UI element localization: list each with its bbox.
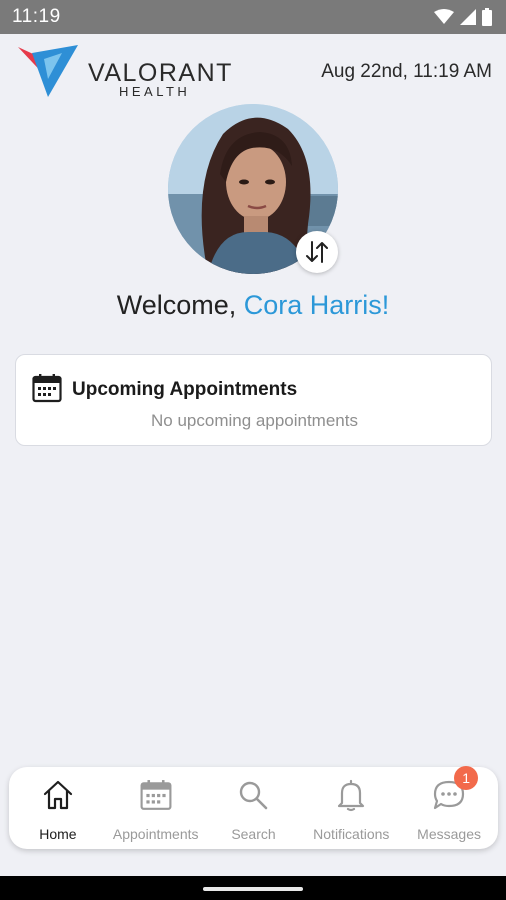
- brand-subtitle: HEALTH: [119, 84, 191, 99]
- user-name: Cora Harris!: [243, 290, 390, 320]
- status-time: 11:19: [12, 6, 61, 27]
- calendar-icon: [140, 777, 172, 813]
- upcoming-appointments-card[interactable]: Upcoming Appointments No upcoming appoin…: [15, 354, 492, 446]
- swap-vertical-icon: [306, 241, 328, 263]
- welcome-message: Welcome, Cora Harris!: [0, 290, 506, 321]
- switch-profile-button[interactable]: [296, 231, 338, 273]
- nav-label-notifications: Notifications: [313, 826, 390, 842]
- logo-mark-icon: [18, 45, 78, 97]
- nav-item-messages[interactable]: 1 Messages: [400, 766, 498, 849]
- wifi-icon: [434, 9, 454, 25]
- profile-avatar-wrap: [168, 104, 338, 274]
- nav-label-appointments: Appointments: [112, 826, 199, 842]
- status-icons: [434, 8, 492, 26]
- battery-icon: [482, 8, 492, 26]
- nav-label-home: Home: [39, 826, 77, 842]
- nav-item-home[interactable]: Home: [9, 767, 107, 849]
- current-datetime: Aug 22nd, 11:19 AM: [321, 61, 492, 82]
- cellular-icon: [460, 9, 476, 25]
- bell-icon: [335, 777, 367, 813]
- status-bar: 11:19: [0, 0, 506, 34]
- home-icon: [41, 777, 75, 813]
- no-appointments-text: No upcoming appointments: [151, 411, 358, 430]
- nav-label-messages: Messages: [417, 826, 481, 842]
- search-icon: [237, 777, 269, 813]
- calendar-icon: [32, 373, 62, 408]
- app-header: VALORANT HEALTH Aug 22nd, 11:19 AM: [0, 34, 506, 100]
- welcome-prefix: Welcome,: [116, 290, 244, 320]
- nav-item-appointments[interactable]: Appointments: [107, 767, 205, 849]
- nav-item-notifications[interactable]: Notifications: [302, 767, 400, 849]
- home-gesture-handle[interactable]: [203, 887, 303, 891]
- gesture-navigation-bar: [0, 876, 506, 900]
- brand-logo: VALORANT HEALTH: [18, 43, 231, 99]
- bottom-navigation: Home Appointments Search Notifications 1…: [9, 766, 498, 849]
- nav-item-search[interactable]: Search: [205, 767, 303, 849]
- nav-label-search: Search: [231, 826, 276, 842]
- messages-badge: 1: [454, 766, 479, 790]
- appointments-card-title: Upcoming Appointments: [72, 379, 298, 400]
